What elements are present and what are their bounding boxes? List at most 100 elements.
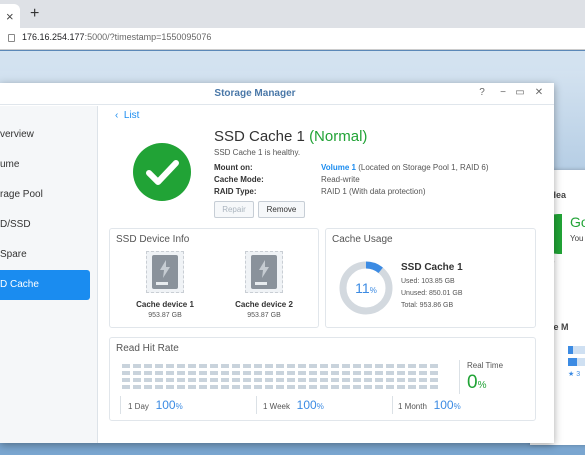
hit-rate-cell <box>188 364 196 368</box>
insecure-icon[interactable] <box>8 34 15 42</box>
hit-rate-cell <box>265 385 273 389</box>
hit-rate-cell <box>287 371 295 375</box>
period-1-month: 1 Month 100% <box>398 398 461 412</box>
minimize-icon[interactable]: − <box>496 87 510 98</box>
hit-rate-cell <box>133 371 141 375</box>
new-tab-button[interactable]: + <box>30 5 39 23</box>
repair-button[interactable]: Repair <box>214 201 254 218</box>
close-icon[interactable]: ✕ <box>532 87 546 98</box>
healthy-check-icon <box>133 143 191 201</box>
health-status-sub: You <box>570 234 584 243</box>
mount-on-label: Mount on: <box>214 163 253 172</box>
maximize-icon[interactable]: ▭ <box>513 87 527 98</box>
hit-rate-cell <box>199 371 207 375</box>
hit-rate-cell <box>287 385 295 389</box>
hit-rate-cell <box>298 385 306 389</box>
divider <box>392 396 393 414</box>
hit-rate-cell <box>342 364 350 368</box>
period-1-day: 1 Day 100% <box>128 398 183 412</box>
hit-rate-cell <box>408 371 416 375</box>
realtime-value: 0% <box>467 372 487 393</box>
hit-rate-cell <box>133 385 141 389</box>
ssd-drive-icon <box>146 251 184 293</box>
hit-rate-cell <box>199 364 207 368</box>
hit-rate-cell <box>144 378 152 382</box>
hit-rate-cell <box>386 371 394 375</box>
hit-rate-cell <box>265 371 273 375</box>
sidebar-item-hot-spare[interactable]: Spare <box>0 240 90 270</box>
hit-rate-cell <box>155 371 163 375</box>
url-text[interactable]: 176.16.254.177:5000/?timestamp=155009507… <box>22 32 211 42</box>
hit-rate-cell <box>353 364 361 368</box>
window-titlebar[interactable]: Storage Manager ? − ▭ ✕ <box>0 83 554 105</box>
hit-rate-cell <box>188 378 196 382</box>
health-status-text: Go <box>570 214 585 230</box>
hit-rate-cell <box>309 385 317 389</box>
hit-rate-cell <box>430 371 438 375</box>
sidebar-item-storage-pool[interactable]: rage Pool <box>0 180 90 210</box>
usage-total: Total: 953.86 GB <box>401 302 454 309</box>
hit-rate-cell <box>386 385 394 389</box>
hit-rate-cell <box>309 364 317 368</box>
sidebar-item-volume[interactable]: ume <box>0 150 90 180</box>
hit-rate-cell <box>320 364 328 368</box>
hit-rate-cell <box>166 364 174 368</box>
hit-rate-cell <box>221 364 229 368</box>
remove-button[interactable]: Remove <box>258 201 305 218</box>
hit-rate-cell <box>276 364 284 368</box>
hit-rate-cell <box>232 364 240 368</box>
sidebar-item-overview[interactable]: verview <box>0 120 90 150</box>
taskbar <box>0 51 585 71</box>
address-bar[interactable]: 176.16.254.177:5000/?timestamp=155009507… <box>0 28 585 50</box>
main-content: ‹ List SSD Cache 1 (Normal) SSD Cache 1 … <box>99 106 554 443</box>
hit-rate-cell <box>221 378 229 382</box>
hit-rate-cell <box>419 385 427 389</box>
sidebar-item-hdd-ssd[interactable]: D/SSD <box>0 210 90 240</box>
hit-rate-cell <box>298 364 306 368</box>
hit-rate-cell <box>276 378 284 382</box>
browser-tab-bar: × + <box>0 0 585 28</box>
hit-rate-cell <box>419 364 427 368</box>
hit-rate-cell <box>144 385 152 389</box>
hit-rate-cell <box>375 371 383 375</box>
hit-rate-cell <box>397 364 405 368</box>
storage-manager-window: Storage Manager ? − ▭ ✕ verview ume rage… <box>0 83 554 443</box>
divider <box>256 396 257 414</box>
device-name: Cache device 1 <box>136 300 194 309</box>
hit-rate-cell <box>122 371 130 375</box>
hit-rate-cell <box>188 385 196 389</box>
hit-rate-cell <box>320 378 328 382</box>
hit-rate-cell <box>276 371 284 375</box>
hit-rate-cell <box>177 371 185 375</box>
back-to-list-link[interactable]: ‹ List <box>115 110 139 121</box>
hit-rate-cell <box>199 378 207 382</box>
hit-rate-cell <box>364 385 372 389</box>
usage-used: Used: 103.85 GB <box>401 278 455 285</box>
usage-cache-name: SSD Cache 1 <box>401 262 463 273</box>
mount-on-value: Volume 1 (Located on Storage Pool 1, RAI… <box>321 163 489 172</box>
cache-name: SSD Cache 1 <box>214 128 305 145</box>
hit-rate-cell <box>177 364 185 368</box>
cache-usage-panel: Cache Usage 11% SSD Cache 1 Used: 103.85… <box>325 228 536 328</box>
hit-rate-cell <box>419 378 427 382</box>
volume-link[interactable]: Volume 1 <box>321 163 356 172</box>
url-host: 176.16.254.177 <box>22 32 85 42</box>
device-size: 953.87 GB <box>148 312 182 319</box>
hit-rate-cell <box>177 385 185 389</box>
hit-rate-cell <box>243 385 251 389</box>
cache-mode-label: Cache Mode: <box>214 175 264 184</box>
divider <box>459 360 460 394</box>
help-icon[interactable]: ? <box>475 87 489 98</box>
hit-rate-cell <box>144 364 152 368</box>
close-tab-icon[interactable]: × <box>6 9 14 24</box>
hit-rate-cell <box>232 371 240 375</box>
hit-rate-cell <box>155 378 163 382</box>
hit-rate-cell <box>419 371 427 375</box>
health-text: SSD Cache 1 is healthy. <box>214 148 301 157</box>
hit-rate-cell <box>331 364 339 368</box>
hit-rate-cell <box>331 371 339 375</box>
hit-rate-cell <box>155 385 163 389</box>
sidebar-item-ssd-cache[interactable]: D Cache <box>0 270 90 300</box>
hit-rate-cell <box>342 378 350 382</box>
browser-tab[interactable]: × <box>0 4 20 28</box>
